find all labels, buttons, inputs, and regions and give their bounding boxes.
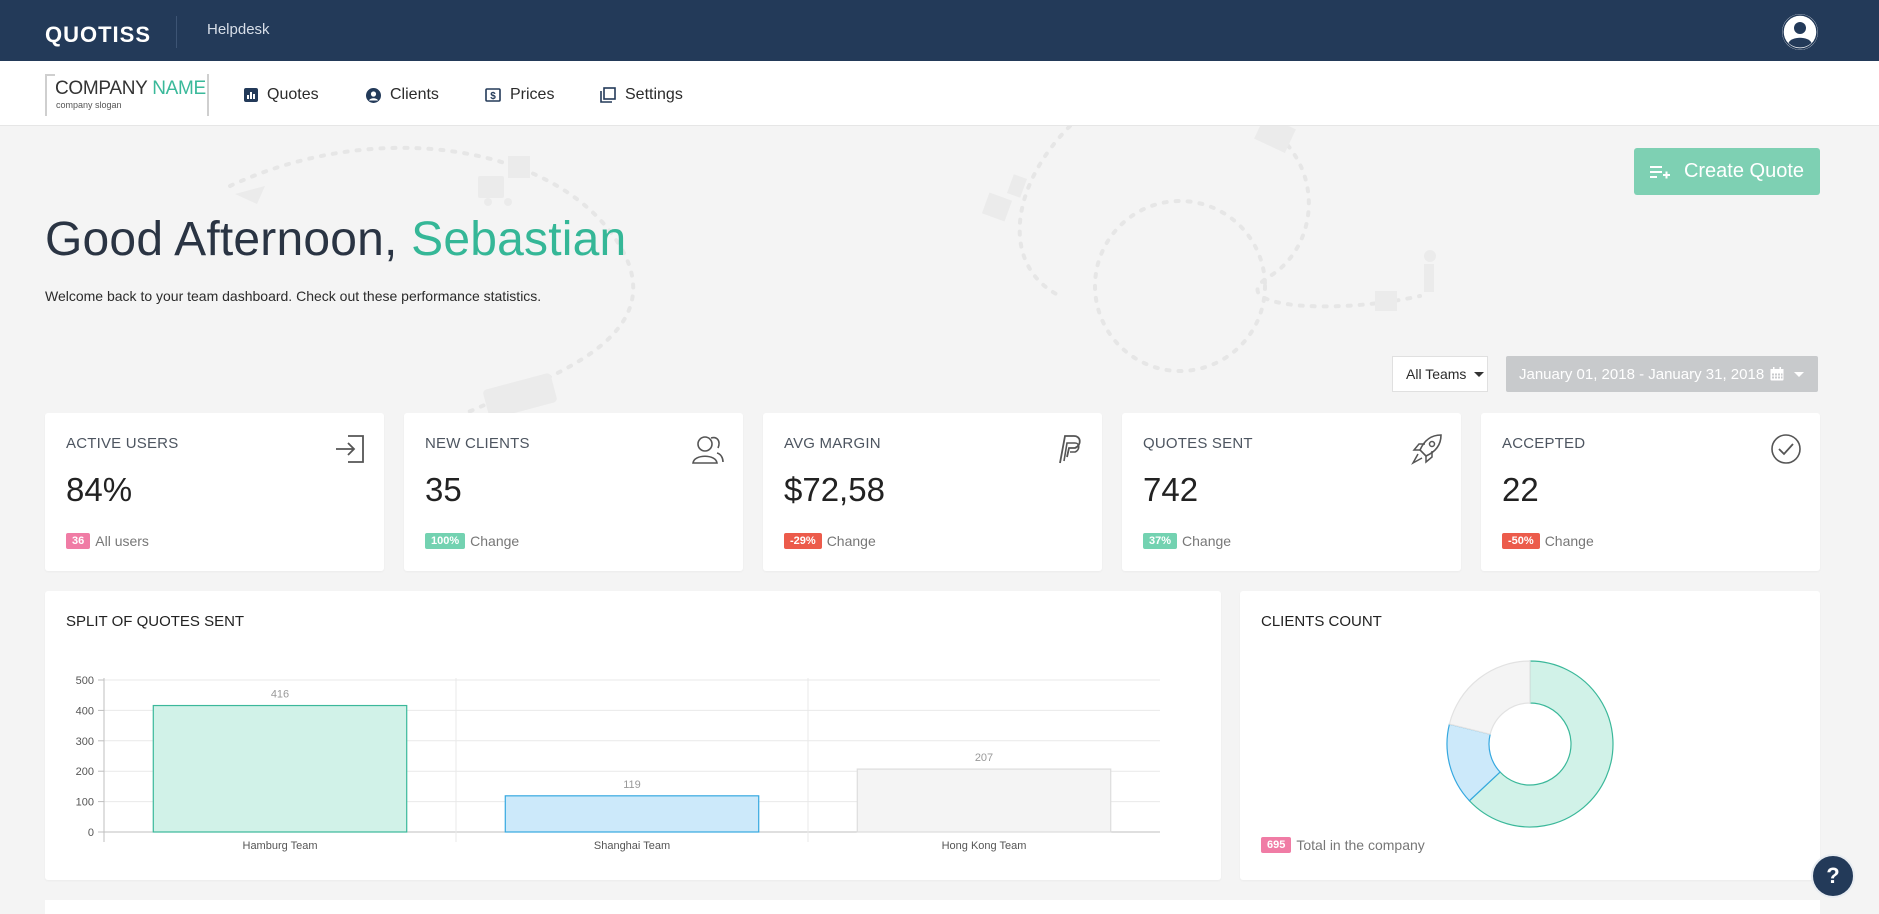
- stat-value: 35: [425, 471, 462, 508]
- y-tick-label: 400: [76, 705, 94, 717]
- y-tick-label: 500: [76, 675, 94, 687]
- bar-chart-icon: [244, 88, 258, 102]
- teams-dropdown-value: All Teams: [1406, 366, 1467, 382]
- x-tick-label: Shanghai Team: [594, 840, 670, 852]
- company-name-part2: NAME: [152, 78, 206, 99]
- nav-item-settings[interactable]: Settings: [600, 85, 683, 105]
- user-avatar-icon[interactable]: [1782, 14, 1818, 50]
- paypal-icon: [1059, 435, 1081, 464]
- stat-badge: -29%: [784, 533, 822, 549]
- greeting-text: Good Afternoon,: [45, 213, 412, 266]
- chevron-down-icon: [1794, 371, 1805, 377]
- user-name: Sebastian: [411, 213, 627, 266]
- svg-text:$: $: [490, 91, 496, 102]
- stat-footer-text: Change: [470, 533, 520, 549]
- stat-badge: 36: [66, 533, 91, 549]
- stat-badge: -50%: [1502, 533, 1540, 549]
- top-divider: [176, 16, 177, 48]
- calendar-icon: [1770, 367, 1784, 381]
- nav-item-clients[interactable]: Clients: [366, 85, 439, 105]
- date-range-value: January 01, 2018 - January 31, 2018: [1519, 365, 1765, 383]
- stat-footer-text: Change: [1182, 533, 1232, 549]
- bar-data-label: 119: [623, 779, 641, 791]
- clients-count-card: CLIENTS COUNT 695 Total in the company: [1240, 591, 1820, 880]
- dollar-bill-icon: $: [485, 88, 501, 102]
- nav-label-settings: Settings: [625, 86, 683, 103]
- stat-card-accepted: ACCEPTED 22 -50% Change: [1481, 413, 1820, 571]
- y-tick-label: 100: [76, 797, 94, 809]
- company-slogan: company slogan: [56, 100, 122, 110]
- stat-label: AVG MARGIN: [784, 435, 881, 452]
- date-range-picker[interactable]: January 01, 2018 - January 31, 2018: [1506, 356, 1818, 392]
- bar-chart: 0 100 200 300 400 500 416 Hamburg Team 119 Shangh…: [76, 675, 1160, 852]
- chevron-down-icon: [1474, 371, 1485, 377]
- clients-count-text: Total in the company: [1296, 837, 1425, 853]
- stat-label: ACCEPTED: [1502, 435, 1586, 452]
- stat-badge: 37%: [1143, 533, 1178, 549]
- split-quotes-card: SPLIT OF QUOTES SENT 0 100 200 300 400 500 416…: [45, 591, 1221, 880]
- clients-count-badge: 695: [1261, 837, 1292, 853]
- stat-badge: 100%: [425, 533, 466, 549]
- user-circle-icon: [366, 87, 381, 103]
- stat-footer-text: All users: [95, 533, 149, 549]
- bar-data-label: 207: [975, 752, 993, 764]
- add-list-icon: [1649, 165, 1670, 178]
- bar: [152, 704, 408, 833]
- bar-data-label: 416: [271, 689, 289, 701]
- nav-item-prices[interactable]: $ Prices: [485, 85, 554, 105]
- nav-item-quotes[interactable]: Quotes: [244, 85, 319, 105]
- bottom-card: [45, 900, 1820, 914]
- stat-footer: -29% Change: [784, 533, 876, 549]
- stat-label: QUOTES SENT: [1143, 435, 1253, 452]
- stat-label: ACTIVE USERS: [66, 435, 179, 452]
- helpdesk-link[interactable]: Helpdesk: [207, 21, 270, 38]
- stat-footer: 100% Change: [425, 533, 519, 549]
- bar: [504, 795, 760, 833]
- x-tick-label: Hamburg Team: [243, 840, 318, 852]
- welcome-text: Welcome back to your team dashboard. Che…: [45, 288, 542, 304]
- stat-card-avg-margin: AVG MARGIN $72,58 -29% Change: [763, 413, 1102, 571]
- stat-label: NEW CLIENTS: [425, 435, 530, 452]
- create-quote-button[interactable]: Create Quote: [1634, 148, 1820, 195]
- company-name-part1: COMPANY: [55, 78, 153, 99]
- stat-footer: 36 All users: [66, 533, 149, 549]
- rocket-icon: [1411, 434, 1442, 465]
- windows-icon: [600, 87, 616, 103]
- brand-logo[interactable]: QUOTISS: [45, 22, 151, 48]
- users-icon: [692, 436, 724, 464]
- nav-label-prices: Prices: [510, 86, 555, 103]
- y-tick-label: 0: [88, 827, 94, 839]
- y-tick-label: 300: [76, 736, 94, 748]
- y-tick-label: 200: [76, 766, 94, 778]
- bar: [856, 768, 1112, 833]
- create-quote-label: Create Quote: [1683, 160, 1805, 182]
- stat-value: $72,58: [784, 471, 885, 508]
- teams-dropdown[interactable]: All Teams: [1392, 356, 1488, 392]
- stat-footer: 37% Change: [1143, 533, 1231, 549]
- company-name: COMPANY NAME: [55, 78, 206, 100]
- stat-value: 22: [1502, 471, 1539, 508]
- stat-value: 84%: [66, 471, 133, 508]
- stat-card-new-clients: NEW CLIENTS 35 100% Change: [404, 413, 743, 571]
- stat-value: 742: [1143, 471, 1199, 508]
- donut-slice: [1448, 660, 1531, 735]
- help-button[interactable]: ?: [1811, 854, 1855, 898]
- top-bar: QUOTISS Helpdesk: [0, 0, 1879, 61]
- sign-in-icon: [336, 435, 364, 463]
- stat-footer-text: Change: [826, 533, 876, 549]
- nav-label-clients: Clients: [390, 86, 439, 103]
- nav-label-quotes: Quotes: [267, 86, 319, 103]
- stat-card-quotes-sent: QUOTES SENT 742 37% Change: [1122, 413, 1461, 571]
- nav-bar: COMPANY NAME company slogan Quotes Clien…: [0, 61, 1879, 126]
- stat-card-active-users: ACTIVE USERS 84% 36 All users: [45, 413, 384, 571]
- page-title: Good Afternoon, Sebastian: [45, 212, 626, 267]
- stat-footer-text: Change: [1544, 533, 1594, 549]
- x-tick-label: Hong Kong Team: [942, 840, 1027, 852]
- clients-count-footer: 695 Total in the company: [1261, 837, 1425, 853]
- company-logo[interactable]: COMPANY NAME company slogan: [45, 74, 209, 116]
- check-circle-icon: [1771, 434, 1801, 464]
- stat-footer: -50% Change: [1502, 533, 1594, 549]
